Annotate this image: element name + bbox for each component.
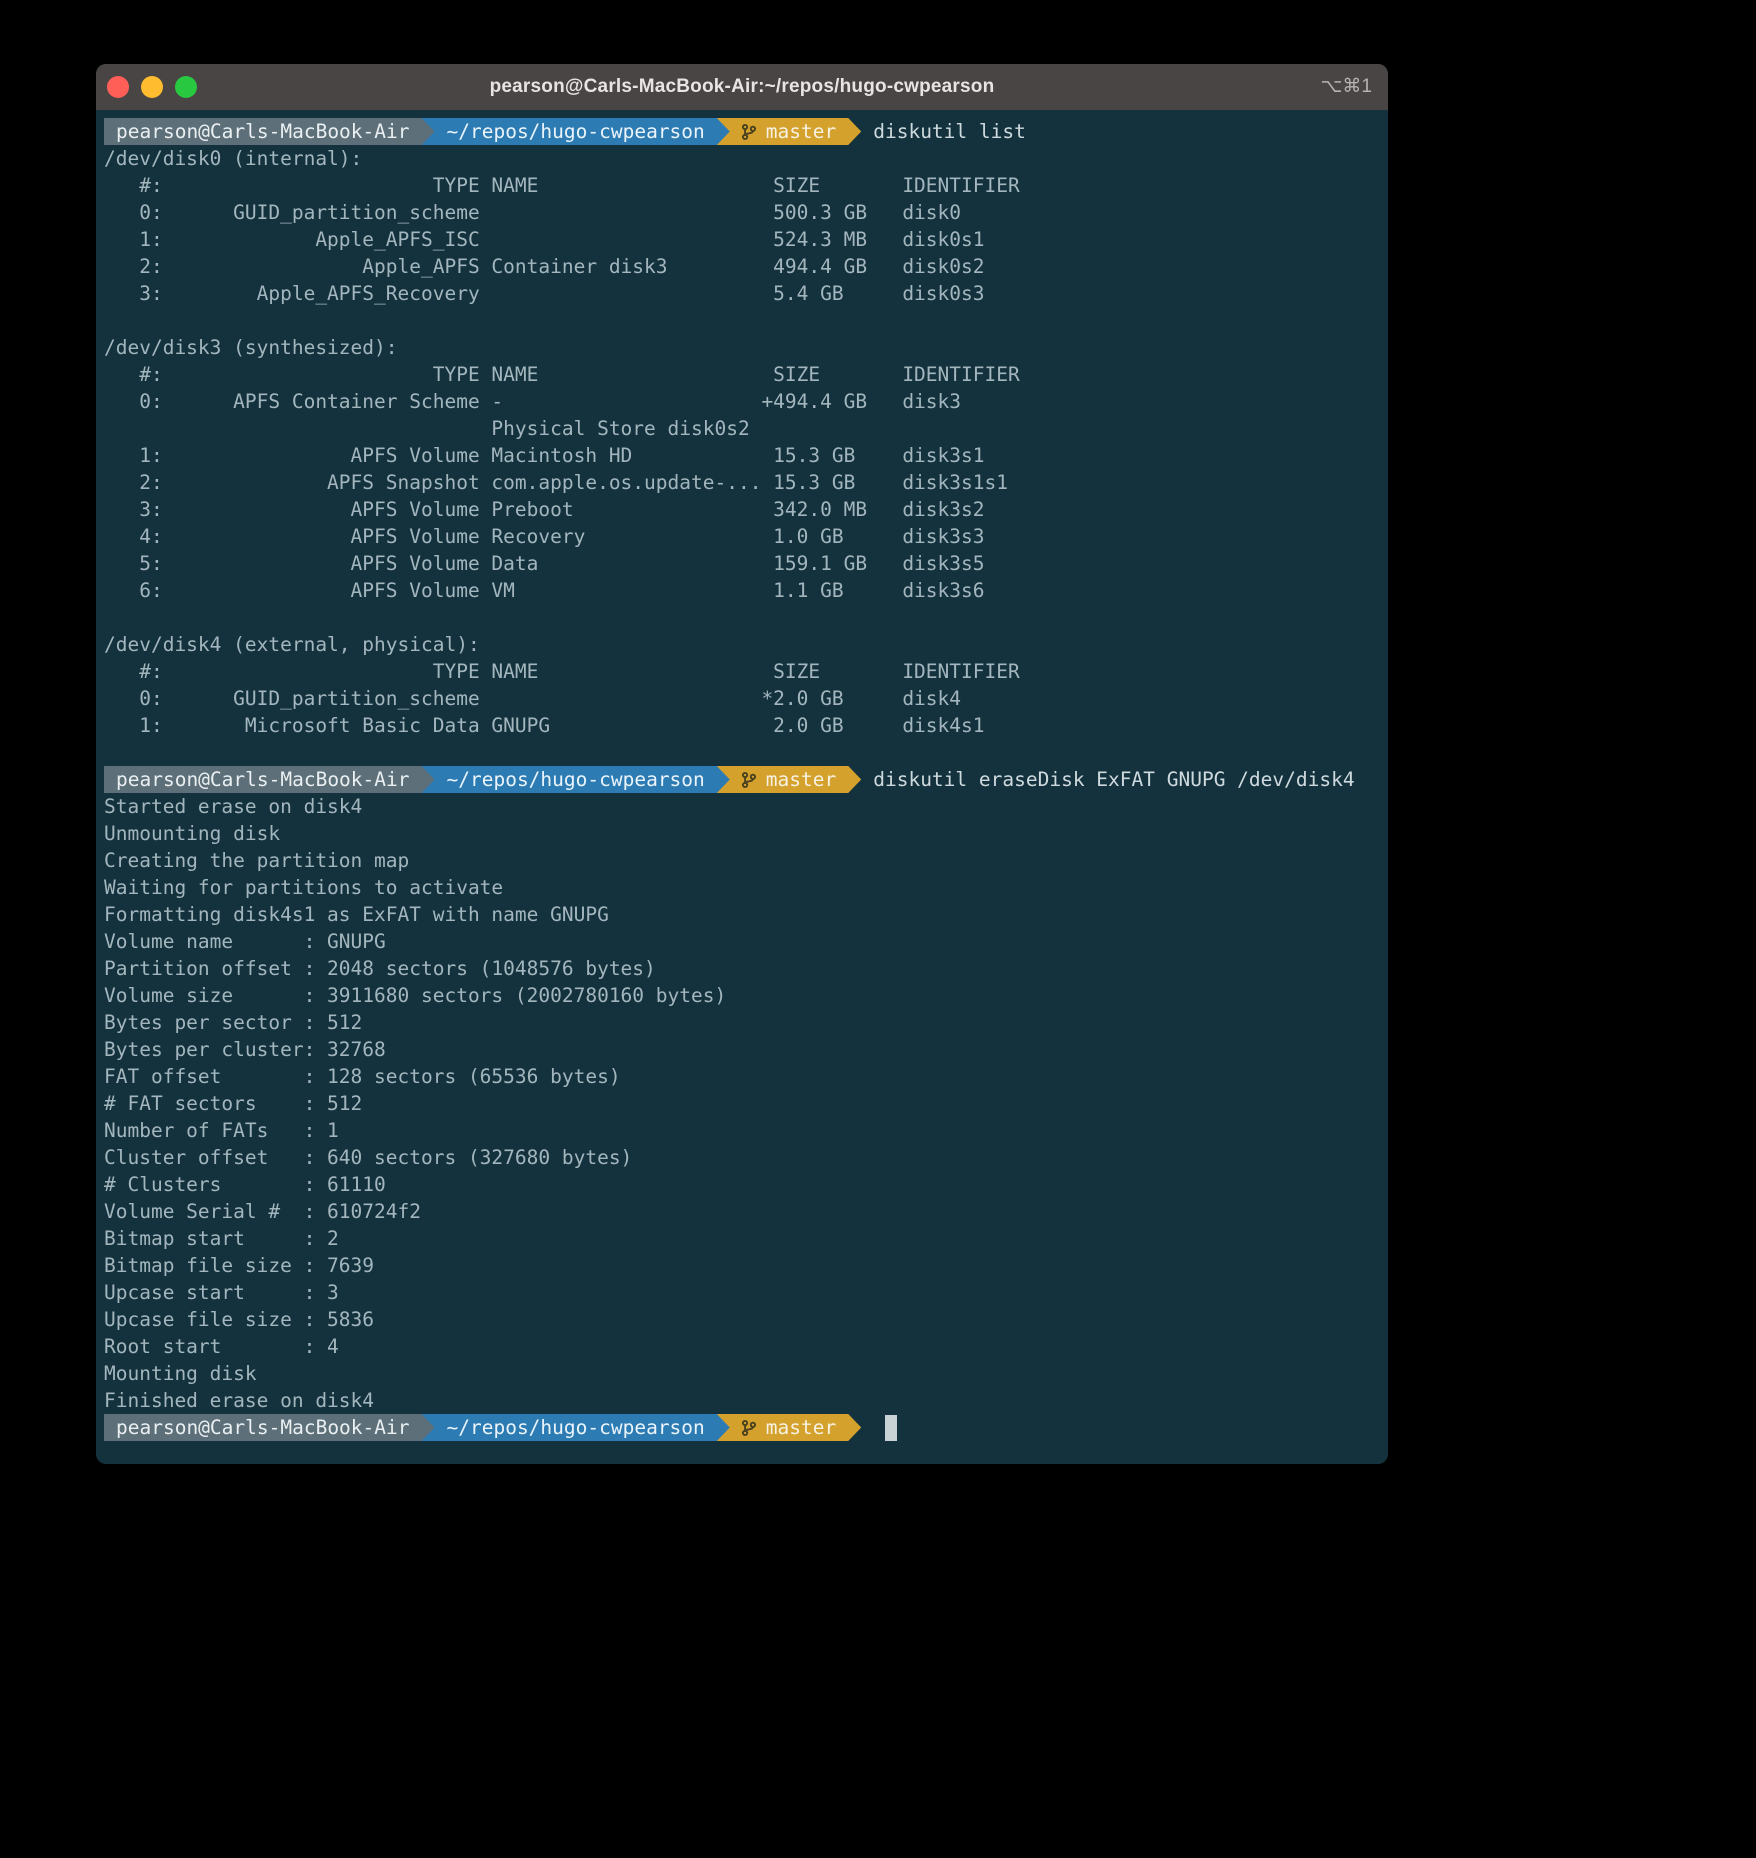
git-branch-icon (740, 771, 758, 789)
terminal-output-line: 3: Apple_APFS_Recovery 5.4 GB disk0s3 (104, 280, 1380, 307)
prompt-line: pearson@Carls-MacBook-Air ~/repos/hugo-cw… (104, 766, 1380, 793)
terminal-output-line: 0: GUID_partition_scheme 500.3 GB disk0 (104, 199, 1380, 226)
terminal-body[interactable]: pearson@Carls-MacBook-Air ~/repos/hugo-cw… (96, 110, 1388, 1441)
terminal-output-line: Physical Store disk0s2 (104, 415, 1380, 442)
prompt-path-segment: ~/repos/hugo-cwpearson (422, 1414, 730, 1441)
terminal-output-line: Creating the partition map (104, 847, 1380, 874)
prompt-user: pearson@Carls-MacBook-Air (116, 118, 410, 145)
terminal-output-line: Number of FATs : 1 (104, 1117, 1380, 1144)
prompt-branch: master (766, 766, 836, 793)
prompt-line: pearson@Carls-MacBook-Air ~/repos/hugo-cw… (104, 1414, 1380, 1441)
prompt-user: pearson@Carls-MacBook-Air (116, 766, 410, 793)
terminal-output-line: /dev/disk0 (internal): (104, 145, 1380, 172)
git-branch-icon (740, 123, 758, 141)
terminal-output-line: 1: APFS Volume Macintosh HD 15.3 GB disk… (104, 442, 1380, 469)
terminal-output-line (104, 604, 1380, 631)
terminal-output-line: Unmounting disk (104, 820, 1380, 847)
prompt-command: diskutil list (873, 118, 1026, 145)
terminal-output-line: Volume name : GNUPG (104, 928, 1380, 955)
terminal-output-line: Formatting disk4s1 as ExFAT with name GN… (104, 901, 1380, 928)
terminal-output-line: #: TYPE NAME SIZE IDENTIFIER (104, 172, 1380, 199)
terminal-output-line: Root start : 4 (104, 1333, 1380, 1360)
terminal-output-line: 1: Apple_APFS_ISC 524.3 MB disk0s1 (104, 226, 1380, 253)
terminal-output-line: /dev/disk3 (synthesized): (104, 334, 1380, 361)
terminal-output-line: Bytes per cluster: 32768 (104, 1036, 1380, 1063)
terminal-output-line: Mounting disk (104, 1360, 1380, 1387)
terminal-output-line: Bitmap start : 2 (104, 1225, 1380, 1252)
prompt-path: ~/repos/hugo-cwpearson (447, 766, 705, 793)
prompt-user: pearson@Carls-MacBook-Air (116, 1414, 410, 1441)
prompt-branch: master (766, 1414, 836, 1441)
terminal-output-line: /dev/disk4 (external, physical): (104, 631, 1380, 658)
terminal-output-line: 3: APFS Volume Preboot 342.0 MB disk3s2 (104, 496, 1380, 523)
terminal-output-line: 5: APFS Volume Data 159.1 GB disk3s5 (104, 550, 1380, 577)
prompt-user-segment: pearson@Carls-MacBook-Air (104, 766, 435, 793)
terminal-output-line: 1: Microsoft Basic Data GNUPG 2.0 GB dis… (104, 712, 1380, 739)
terminal-output-line: Partition offset : 2048 sectors (1048576… (104, 955, 1380, 982)
zoom-button[interactable] (175, 76, 197, 98)
minimize-button[interactable] (141, 76, 163, 98)
window-title: pearson@Carls-MacBook-Air:~/repos/hugo-c… (96, 76, 1388, 98)
terminal-output-line: Bytes per sector : 512 (104, 1009, 1380, 1036)
terminal-output-line: Cluster offset : 640 sectors (327680 byt… (104, 1144, 1380, 1171)
terminal-output-line: 4: APFS Volume Recovery 1.0 GB disk3s3 (104, 523, 1380, 550)
prompt-branch: master (766, 118, 836, 145)
prompt-user-segment: pearson@Carls-MacBook-Air (104, 1414, 435, 1441)
terminal-output-line: Upcase file size : 5836 (104, 1306, 1380, 1333)
terminal-output-line: Started erase on disk4 (104, 793, 1380, 820)
git-branch-icon (740, 1419, 758, 1437)
terminal-output-line: #: TYPE NAME SIZE IDENTIFIER (104, 658, 1380, 685)
terminal-cursor (885, 1415, 897, 1441)
terminal-output-line (104, 739, 1380, 766)
prompt-path: ~/repos/hugo-cwpearson (447, 1414, 705, 1441)
terminal-window: pearson@Carls-MacBook-Air:~/repos/hugo-c… (96, 64, 1388, 1464)
terminal-output-line: Volume Serial # : 610724f2 (104, 1198, 1380, 1225)
terminal-output-line: Waiting for partitions to activate (104, 874, 1380, 901)
close-button[interactable] (107, 76, 129, 98)
titlebar[interactable]: pearson@Carls-MacBook-Air:~/repos/hugo-c… (96, 64, 1388, 110)
prompt-user-segment: pearson@Carls-MacBook-Air (104, 118, 435, 145)
terminal-output-line: # FAT sectors : 512 (104, 1090, 1380, 1117)
terminal-output-line: Bitmap file size : 7639 (104, 1252, 1380, 1279)
terminal-output-line: FAT offset : 128 sectors (65536 bytes) (104, 1063, 1380, 1090)
terminal-output-line: 6: APFS Volume VM 1.1 GB disk3s6 (104, 577, 1380, 604)
terminal-output-line: 0: APFS Container Scheme - +494.4 GB dis… (104, 388, 1380, 415)
terminal-output-line: 2: Apple_APFS Container disk3 494.4 GB d… (104, 253, 1380, 280)
prompt-git-segment: master (717, 766, 861, 793)
prompt-command: diskutil eraseDisk ExFAT GNUPG /dev/disk… (873, 766, 1354, 793)
prompt-git-segment: master (717, 118, 861, 145)
window-controls (107, 76, 197, 98)
window-shortcut-hint: ⌥⌘1 (1321, 64, 1372, 110)
terminal-output-line: Finished erase on disk4 (104, 1387, 1380, 1414)
terminal-output-line: # Clusters : 61110 (104, 1171, 1380, 1198)
terminal-output-line: 0: GUID_partition_scheme *2.0 GB disk4 (104, 685, 1380, 712)
terminal-output-line: #: TYPE NAME SIZE IDENTIFIER (104, 361, 1380, 388)
prompt-path: ~/repos/hugo-cwpearson (447, 118, 705, 145)
prompt-git-segment: master (717, 1414, 861, 1441)
terminal-output-line: Volume size : 3911680 sectors (200278016… (104, 982, 1380, 1009)
terminal-output-line: Upcase start : 3 (104, 1279, 1380, 1306)
prompt-line: pearson@Carls-MacBook-Air ~/repos/hugo-cw… (104, 118, 1380, 145)
terminal-output-line: 2: APFS Snapshot com.apple.os.update-...… (104, 469, 1380, 496)
prompt-path-segment: ~/repos/hugo-cwpearson (422, 118, 730, 145)
terminal-output-line (104, 307, 1380, 334)
prompt-path-segment: ~/repos/hugo-cwpearson (422, 766, 730, 793)
